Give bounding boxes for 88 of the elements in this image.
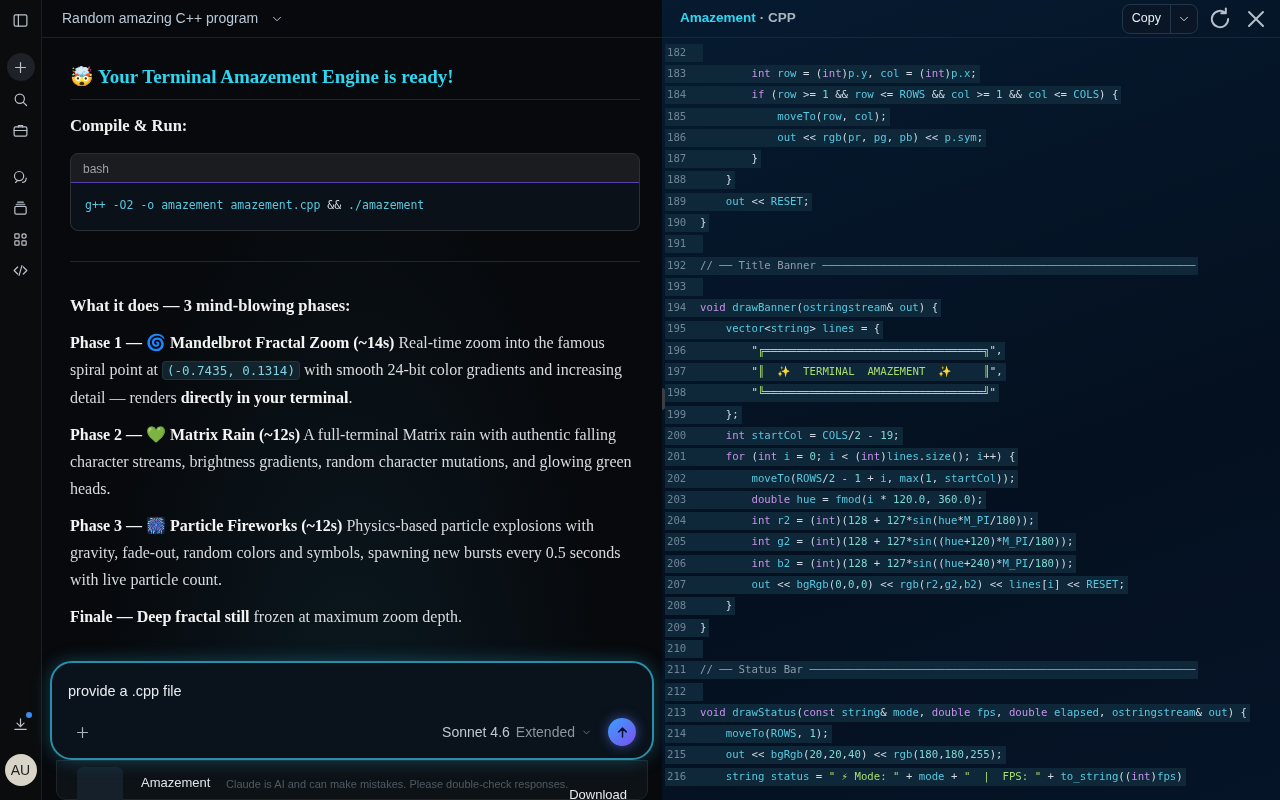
line-number: 216	[666, 768, 688, 785]
line-number: 190	[666, 215, 688, 231]
code-text: out << RESET;	[724, 193, 810, 210]
paragraph: Finale — Deep fractal still frozen at maximum zoom depth.	[70, 606, 463, 628]
section-heading: Compile & Run:	[70, 114, 189, 137]
code-text: vector<string> lines = {	[724, 321, 881, 338]
code-text: int row = (int)p.y, col = (int)p.x;	[750, 65, 977, 82]
code-text: // ── Title Banner ──────────────────────────────────────────────────────────	[700, 257, 1196, 274]
line-number: 200	[666, 427, 688, 444]
code-text: moveTo(ROWS/2 - 1 + i, max(1, startCol));	[750, 470, 1016, 487]
line-number: 187	[666, 151, 688, 168]
line-number: 209	[666, 619, 688, 636]
line-number: 205	[666, 534, 688, 551]
code-text: "╔══════════════════════════════════╗",	[750, 342, 1003, 359]
paragraph: Phase 1 — 🌀 Mandelbrot Fractal Zoom (~14s) Real-time zoom into the famous spiral point at (-0.7435, 0.1314) with smooth 24-bit color gradients and increasing detail — renders directly in your terminal.	[70, 332, 624, 409]
code-text: }	[700, 215, 707, 231]
artifact-title: Amazement	[141, 774, 211, 792]
code-text: void drawBanner(ostringstream& out) {	[700, 300, 939, 317]
new-chat-icon[interactable]	[6, 53, 35, 81]
code-text: void drawStatus(const string& mode, double fps, double elapsed, ostringstream& out) {	[700, 704, 1248, 721]
code-language-label: bash	[82, 160, 111, 178]
code-text: int g2 = (int)(128 + 127*sin((hue+120)*M_PI/180));	[750, 534, 1074, 551]
code-text: out << bgRgb(0,0,0) << rgb(r2,g2,b2) << lines[i] << RESET;	[750, 577, 1125, 594]
code-text: out << rgb(pr, pg, pb) << p.sym;	[776, 129, 984, 146]
message-input[interactable]: provide a .cpp file	[68, 681, 636, 705]
code-text: int startCol = COLS/2 - 19;	[724, 427, 900, 444]
code-text: "║ ✨ TERMINAL AMAZEMENT ✨ ║",	[750, 364, 1003, 381]
code-text: // ── Status Bar ────────────────────────────────────────────────────────────	[700, 662, 1196, 679]
send-button[interactable]	[608, 718, 636, 746]
line-number: 215	[666, 747, 688, 764]
line-number: 197	[666, 364, 688, 381]
line-number: 203	[666, 491, 688, 508]
line-number: 182	[666, 44, 688, 61]
line-number: 214	[666, 726, 688, 743]
line-number: 191	[666, 236, 688, 253]
line-number: 208	[666, 598, 688, 615]
code-text: if (row >= 1 && row <= ROWS && col >= 1 && col <= COLS) {	[750, 87, 1119, 104]
line-number: 189	[666, 193, 688, 210]
download-icon	[12, 715, 29, 733]
download-button[interactable]: Download	[569, 767, 627, 800]
response-heading: 🤯 Your Terminal Amazement Engine is ready!	[70, 66, 455, 89]
file-icon	[77, 767, 123, 800]
code-text: };	[724, 406, 739, 423]
line-number: 201	[666, 449, 688, 466]
line-number: 193	[666, 278, 688, 295]
code-text: "╚══════════════════════════════════╝"	[750, 385, 996, 402]
line-number: 211	[666, 662, 688, 679]
model-selector[interactable]: Sonnet 4.6 Extended	[442, 721, 592, 743]
disclaimer-text: Claude is AI and can make mistakes. Please double-check responses.	[226, 776, 569, 792]
line-number: 195	[666, 321, 688, 338]
code-text: double hue = fmod(i * 120.0, 360.0);	[750, 491, 984, 508]
conversation-title[interactable]: Random amazing C++ program	[62, 8, 285, 29]
paragraph: Phase 2 — 💚 Matrix Rain (~12s) A full-terminal Matrix rain with authentic falling character streams, brightness gradients, random character mutations, and glowing green heads.	[70, 424, 633, 499]
line-number: 186	[666, 129, 688, 146]
line-number: 185	[666, 108, 688, 125]
code-text: for (int i = 0; i < (int)lines.size(); i++) {	[724, 449, 1016, 466]
line-number: 202	[666, 470, 688, 487]
line-number: 204	[666, 513, 688, 530]
code-text: int r2 = (int)(128 + 127*sin(hue*M_PI/180));	[750, 513, 1035, 530]
line-number: 194	[666, 300, 688, 317]
code-text: moveTo(ROWS, 1);	[724, 726, 829, 743]
code-text: int b2 = (int)(128 + 127*sin((hue+240)*M_PI/180));	[750, 555, 1074, 572]
line-number: 212	[666, 683, 688, 700]
code-text: }	[750, 151, 758, 168]
code-text: }	[724, 172, 733, 189]
code-text: }	[724, 598, 733, 615]
paragraph: Phase 3 — 🎆 Particle Fireworks (~12s) Physics-based particle explosions with gravity, fade-out, random colors and symbols, spawning new bursts every 0.5 seconds with live particle count.	[70, 515, 622, 591]
line-number: 192	[666, 257, 688, 274]
line-number: 207	[666, 577, 688, 594]
line-number: 196	[666, 342, 688, 359]
code-text: moveTo(row, col);	[776, 108, 887, 125]
notification-dot	[25, 712, 32, 718]
line-number: 210	[666, 640, 688, 657]
code-text: string status = " ⚡ Mode: " + mode + " | FPS: " + to_string((int)fps)	[724, 768, 1183, 785]
line-number: 188	[666, 172, 688, 189]
line-number: 213	[666, 704, 688, 721]
section-heading: What it does — 3 mind-blowing phases:	[70, 294, 352, 317]
line-number: 198	[666, 385, 688, 402]
line-number: 206	[666, 555, 688, 572]
file-type-label: · CPP	[759, 9, 796, 28]
user-avatar[interactable]: AU	[4, 754, 37, 786]
line-number: 199	[666, 406, 688, 423]
code-command: g++ -O2 -o amazement amazement.cpp && ./amazement	[85, 197, 425, 212]
line-number: 183	[666, 65, 688, 82]
artifact-title: Amazement	[680, 9, 756, 28]
code-text: out << bgRgb(20,20,40) << rgb(180,180,255);	[724, 747, 1003, 764]
code-text: }	[700, 619, 707, 636]
line-number: 184	[666, 87, 688, 104]
